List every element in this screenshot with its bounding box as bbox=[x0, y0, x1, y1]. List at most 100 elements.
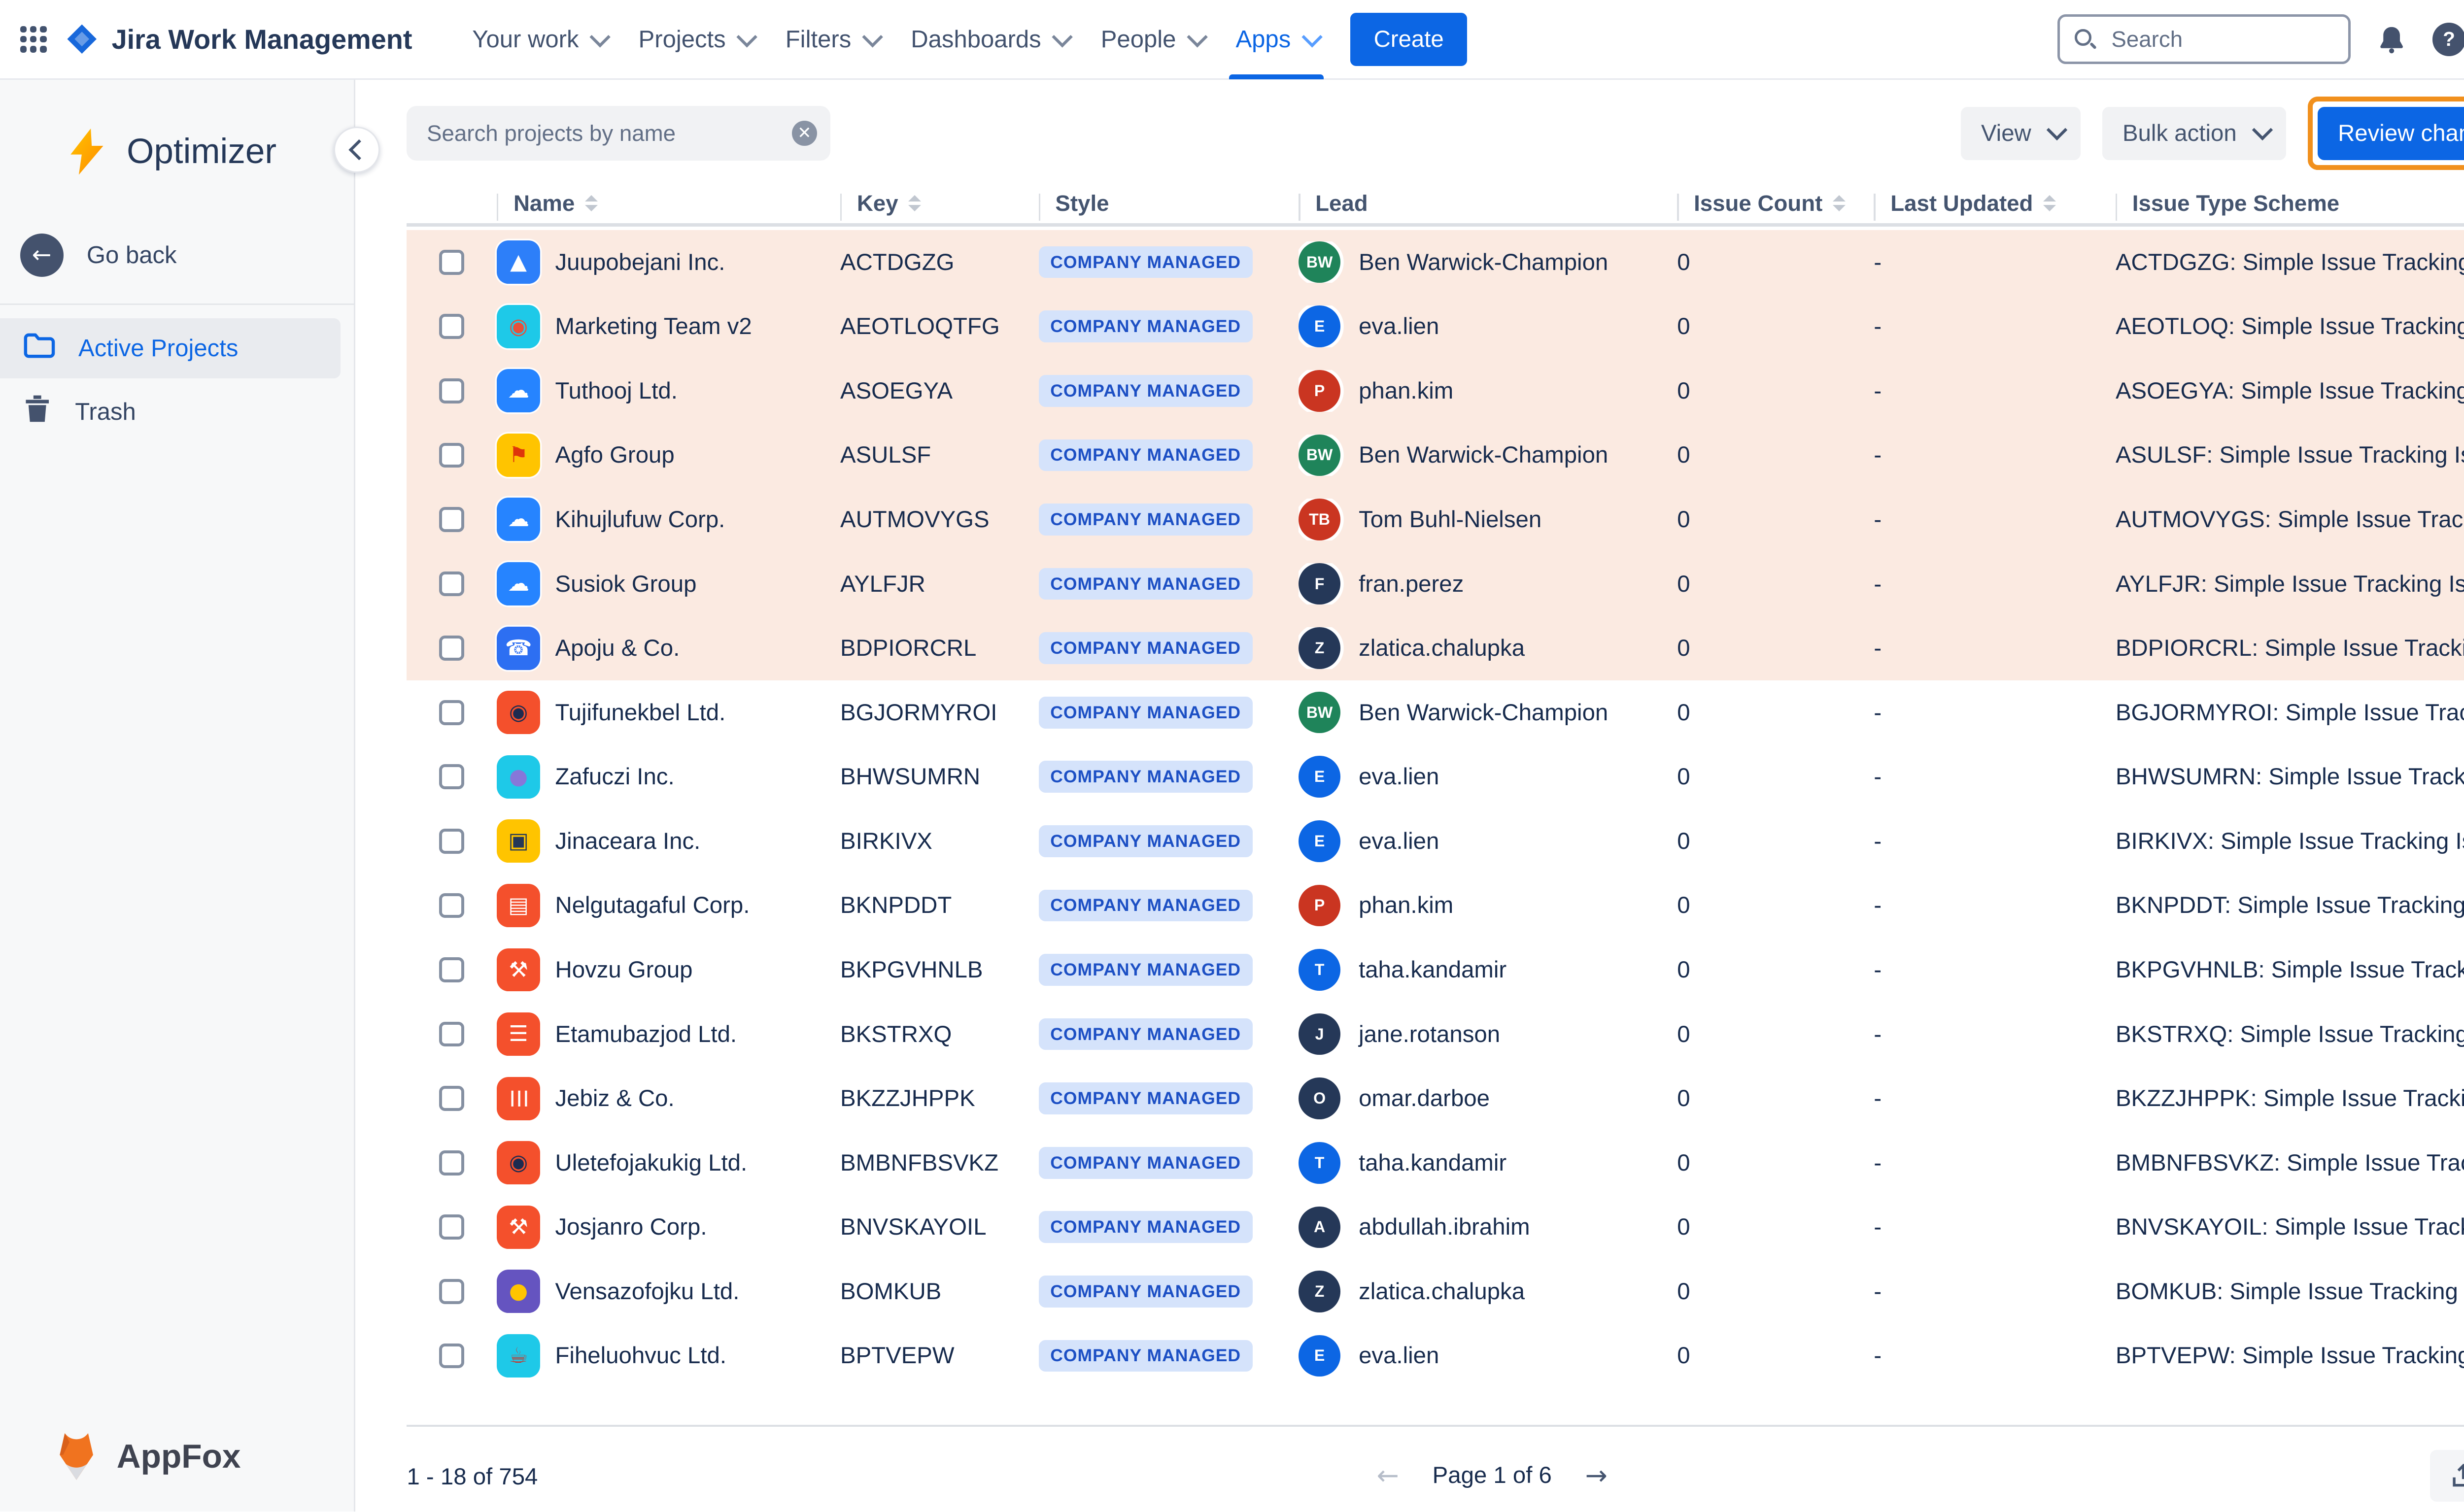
table-row[interactable]: ▤Nelgutagaful Corp.BKNPDDTCOMPANY MANAGE… bbox=[407, 874, 2464, 938]
row-checkbox[interactable] bbox=[439, 1279, 464, 1304]
row-checkbox[interactable] bbox=[439, 1150, 464, 1176]
table-row[interactable]: ●Vensazofojku Ltd.BOMKUBCOMPANY MANAGEDZ… bbox=[407, 1259, 2464, 1324]
column-header-issue-count[interactable]: Issue Count bbox=[1677, 191, 1874, 216]
sidebar-collapse-button[interactable] bbox=[334, 127, 380, 173]
project-lead-cell: Jjane.rotanson bbox=[1299, 1013, 1677, 1055]
row-checkbox[interactable] bbox=[439, 957, 464, 982]
table-row[interactable]: ☕Fiheluohvuc Ltd.BPTVEPWCOMPANY MANAGEDE… bbox=[407, 1324, 2464, 1388]
column-header-key[interactable]: Key bbox=[840, 191, 1039, 216]
create-button[interactable]: Create bbox=[1350, 13, 1467, 66]
row-checkbox[interactable] bbox=[439, 314, 464, 339]
help-icon[interactable]: ? bbox=[2432, 23, 2464, 56]
table-row[interactable]: ☰Jebiz & Co.BKZZJHPPKCOMPANY MANAGEDOoma… bbox=[407, 1066, 2464, 1131]
table-row[interactable]: ☁Tuthooj Ltd.ASOEGYACOMPANY MANAGEDPphan… bbox=[407, 359, 2464, 423]
nav-item-label: People bbox=[1101, 26, 1176, 53]
row-checkbox[interactable] bbox=[439, 250, 464, 275]
table-row[interactable]: ⚒Hovzu GroupBKPGVHNLBCOMPANY MANAGEDTtah… bbox=[407, 938, 2464, 1002]
sidebar-item-active-projects[interactable]: Active Projects bbox=[0, 318, 341, 378]
table-row[interactable]: ☰Etamubazjod Ltd.BKSTRXQCOMPANY MANAGEDJ… bbox=[407, 1002, 2464, 1067]
lead-avatar: J bbox=[1299, 1013, 1340, 1055]
issue-type-scheme: BKNPDDT: Simple Issue Tracking I... bbox=[2116, 892, 2464, 919]
table-row[interactable]: ⚑Agfo GroupASULSFCOMPANY MANAGEDBWBen Wa… bbox=[407, 423, 2464, 488]
project-style-cell: COMPANY MANAGED bbox=[1039, 1211, 1299, 1243]
issue-count: 0 bbox=[1677, 1149, 1874, 1176]
issue-count: 0 bbox=[1677, 1085, 1874, 1112]
project-key: BDPIORCRL bbox=[840, 635, 1039, 662]
last-updated: - bbox=[1874, 1278, 2116, 1305]
row-checkbox[interactable] bbox=[439, 893, 464, 918]
column-header-last-updated[interactable]: Last Updated bbox=[1874, 191, 2116, 216]
column-header-name[interactable]: Name bbox=[497, 191, 840, 216]
nav-item-apps[interactable]: Apps bbox=[1219, 0, 1334, 79]
issue-count: 0 bbox=[1677, 571, 1874, 598]
table-row[interactable]: ☁Kihujlufuw Corp.AUTMOVYGSCOMPANY MANAGE… bbox=[407, 487, 2464, 552]
project-lead-cell: Eeva.lien bbox=[1299, 1335, 1677, 1377]
nav-item-dashboards[interactable]: Dashboards bbox=[894, 0, 1084, 79]
global-search[interactable] bbox=[2057, 14, 2351, 64]
table-row[interactable]: ⚒Josjanro Corp.BNVSKAYOILCOMPANY MANAGED… bbox=[407, 1195, 2464, 1260]
row-checkbox[interactable] bbox=[439, 1086, 464, 1111]
last-updated: - bbox=[1874, 828, 2116, 855]
table-row[interactable]: ◉Uletefojakukig Ltd.BMBNFBSVKZCOMPANY MA… bbox=[407, 1131, 2464, 1195]
row-checkbox[interactable] bbox=[439, 1344, 464, 1369]
export-button[interactable]: Export bbox=[2430, 1450, 2464, 1502]
table-row[interactable]: ▣Jinaceara Inc.BIRKIVXCOMPANY MANAGEDEev… bbox=[407, 809, 2464, 874]
project-search[interactable]: ✕ bbox=[407, 106, 830, 161]
column-header-style: Style bbox=[1039, 191, 1299, 216]
next-page-arrow-icon[interactable]: → bbox=[1585, 1460, 1608, 1491]
last-updated: - bbox=[1874, 313, 2116, 340]
row-checkbox[interactable] bbox=[439, 829, 464, 854]
column-header-label: Last Updated bbox=[1890, 191, 2033, 216]
nav-item-projects[interactable]: Projects bbox=[622, 0, 769, 79]
app-switcher-icon[interactable] bbox=[20, 26, 47, 53]
project-avatar-lifebuoy-icon: ◉ bbox=[497, 305, 540, 348]
column-header-label: Issue Type Scheme bbox=[2132, 191, 2339, 216]
table-row[interactable]: ▲Juupobejani Inc.ACTDGZGCOMPANY MANAGEDB… bbox=[407, 230, 2464, 295]
issue-count: 0 bbox=[1677, 1213, 1874, 1241]
row-checkbox-cell bbox=[407, 1150, 497, 1176]
row-checkbox[interactable] bbox=[439, 507, 464, 532]
notifications-icon[interactable] bbox=[2376, 24, 2407, 55]
row-checkbox[interactable] bbox=[439, 1022, 464, 1047]
prev-page-arrow-icon[interactable]: ← bbox=[1377, 1460, 1399, 1491]
table-row[interactable]: ◉Tujifunekbel Ltd.BGJORMYROICOMPANY MANA… bbox=[407, 680, 2464, 745]
row-checkbox[interactable] bbox=[439, 764, 464, 789]
bulk-action-dropdown[interactable]: Bulk action bbox=[2102, 107, 2286, 160]
row-checkbox[interactable] bbox=[439, 700, 464, 725]
sort-arrows-icon bbox=[2043, 195, 2056, 211]
nav-item-people[interactable]: People bbox=[1084, 0, 1219, 79]
nav-item-filters[interactable]: Filters bbox=[769, 0, 894, 79]
project-style-cell: COMPANY MANAGED bbox=[1039, 246, 1299, 278]
project-search-input[interactable] bbox=[423, 119, 780, 148]
project-key: BMBNFBSVKZ bbox=[840, 1149, 1039, 1176]
project-style-cell: COMPANY MANAGED bbox=[1039, 1340, 1299, 1372]
go-back-button[interactable]: ← Go back bbox=[20, 227, 354, 283]
global-search-input[interactable] bbox=[2108, 25, 2335, 54]
project-lead-cell: Pphan.kim bbox=[1299, 885, 1677, 927]
nav-right-cluster: ? ⚙ JR bbox=[2057, 14, 2464, 64]
row-checkbox[interactable] bbox=[439, 636, 464, 661]
view-dropdown[interactable]: View bbox=[1961, 107, 2081, 160]
clear-search-icon[interactable]: ✕ bbox=[792, 121, 817, 146]
row-checkbox[interactable] bbox=[439, 443, 464, 468]
sort-arrows-icon bbox=[585, 195, 598, 211]
project-key: BKPGVHNLB bbox=[840, 956, 1039, 983]
table-row[interactable]: ☎Apoju & Co.BDPIORCRLCOMPANY MANAGEDZzla… bbox=[407, 616, 2464, 680]
row-checkbox[interactable] bbox=[439, 571, 464, 597]
lead-name: taha.kandamir bbox=[1359, 1149, 1506, 1176]
row-checkbox[interactable] bbox=[439, 1214, 464, 1240]
project-name-cell: ◉Uletefojakukig Ltd. bbox=[497, 1141, 840, 1184]
table-row[interactable]: ☁Susiok GroupAYLFJRCOMPANY MANAGEDFfran.… bbox=[407, 552, 2464, 616]
lead-avatar: T bbox=[1299, 1142, 1340, 1184]
project-lead-cell: Aabdullah.ibrahim bbox=[1299, 1207, 1677, 1248]
nav-item-your-work[interactable]: Your work bbox=[455, 0, 621, 79]
project-key: BPTVEPW bbox=[840, 1342, 1039, 1369]
row-checkbox-cell bbox=[407, 1022, 497, 1047]
table-row[interactable]: ◉Marketing Team v2AEOTLOQTFGCOMPANY MANA… bbox=[407, 294, 2464, 359]
table-row[interactable]: ●Zafuczi Inc.BHWSUMRNCOMPANY MANAGEDEeva… bbox=[407, 744, 2464, 809]
row-checkbox[interactable] bbox=[439, 378, 464, 403]
sidebar-item-trash[interactable]: Trash bbox=[0, 382, 341, 442]
review-changes-button[interactable]: Review changes 7 bbox=[2318, 107, 2464, 160]
project-style-cell: COMPANY MANAGED bbox=[1039, 632, 1299, 664]
review-changes-highlight-ring: Review changes 7 bbox=[2308, 97, 2464, 170]
